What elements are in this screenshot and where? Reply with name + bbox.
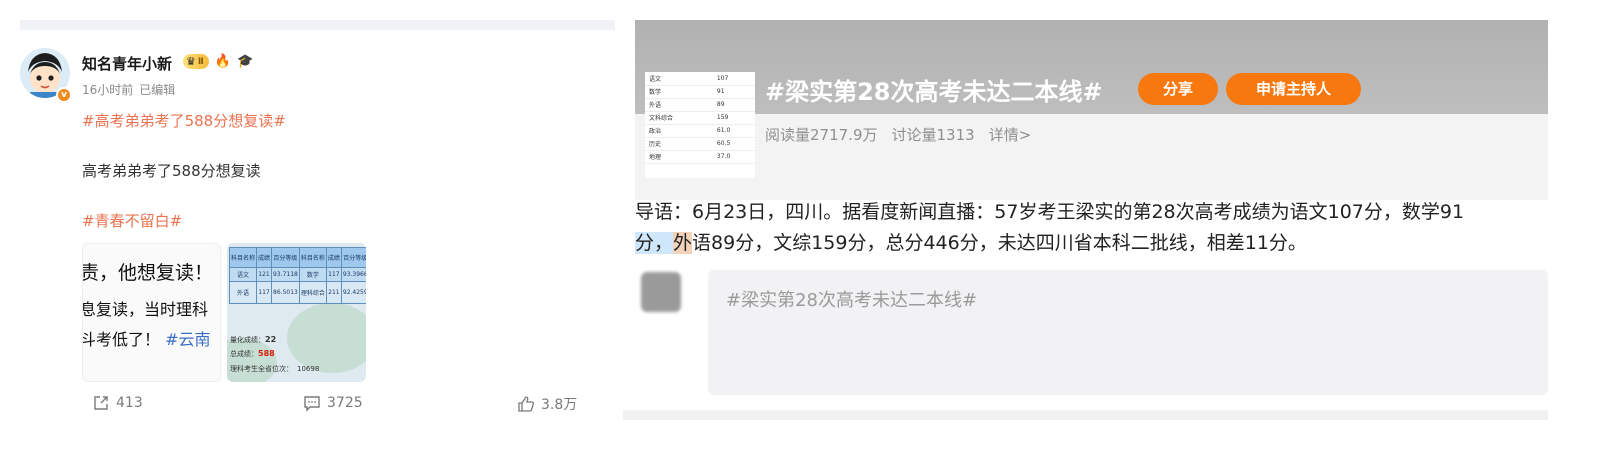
table-cell: 92.4259 — [340, 281, 366, 304]
discussion-count: 讨论量1313 — [891, 126, 975, 144]
image-hashtag: #云南 — [165, 330, 211, 349]
table-cell: 93.7118 — [271, 267, 300, 282]
table-cell: 107 — [712, 72, 755, 86]
vip-badge[interactable]: ♛ Ⅱ — [183, 54, 209, 69]
read-count: 阅读量2717.9万 — [765, 126, 878, 144]
table-cell: 历史 — [645, 137, 713, 151]
like-icon — [518, 396, 535, 412]
table-cell: 61.0 — [712, 124, 755, 138]
topic-thumbnail[interactable]: 语文 107 数学 91 外语 89 文科综合 159 政治 61.0 历史 60.5 地理… — [645, 72, 755, 178]
username[interactable]: 知名青年小新 — [82, 53, 172, 74]
post-body: 高考弟弟考了588分想复读 — [82, 162, 261, 180]
weibo-post-card: v 知名青年小新 ♛ Ⅱ 🔥 🎓 16小时前 已编辑 #高考弟弟考了588分想复读… — [20, 20, 615, 440]
image-text-line: 息复读，当时理科 — [82, 300, 209, 319]
quant-label: 量化成绩： — [230, 336, 265, 344]
total-label: 总成绩： — [230, 350, 258, 358]
table-cell: 数学 — [298, 267, 327, 282]
map-decoration — [287, 303, 366, 373]
topic-intro: 导语：6月23日，四川。据看度新闻直播：57岁考王梁实的第28次高考成绩为语文1… — [635, 197, 1548, 259]
table-cell: 成绩 — [325, 247, 342, 268]
post-image-2[interactable]: 科目名称 成绩 百分等级 科目名称 成绩 百分等级 语文 121 93.7118… — [227, 243, 366, 382]
comment-input[interactable]: #梁实第28次高考未达二本线# — [708, 270, 1548, 395]
table-cell: 86.5013 — [271, 281, 300, 304]
topic-title: #梁实第28次高考未达二本线# — [765, 78, 1103, 106]
crown-icon: ♛ — [186, 55, 196, 68]
grad-cap-icon[interactable]: 🎓 — [237, 54, 253, 69]
image-text-line: 责，他想复读！ — [82, 262, 214, 284]
user-badges: ♛ Ⅱ 🔥 🎓 — [183, 54, 253, 69]
table-cell: 117 — [325, 267, 342, 282]
image-text-line: 斗考低了！ #云南 — [82, 326, 211, 350]
image-text: 斗考低了！ — [82, 330, 161, 349]
share-button[interactable]: 413 — [92, 394, 143, 412]
table-cell: 数学 — [645, 85, 713, 99]
topic-score-table: 语文 107 数学 91 外语 89 文科综合 159 政治 61.0 历史 60.5 地理… — [645, 72, 755, 164]
like-count: 3.8万 — [541, 397, 578, 413]
table-cell: 外语 — [645, 98, 713, 112]
table-cell: 117 — [256, 281, 273, 304]
table-cell: 211 — [325, 281, 342, 304]
table-cell: 百分等级 — [340, 247, 366, 268]
intro-line: 分，外语89分，文综159分，总分446分，未达四川省本科二批线，相差11分。 — [635, 228, 1548, 259]
details-link[interactable]: 详情> — [989, 126, 1032, 144]
flame-icon[interactable]: 🔥 — [215, 54, 231, 69]
intro-text: 语89分，文综159分，总分446分，未达四川省本科二批线，相差11分。 — [692, 232, 1307, 254]
comment-text: #梁实第28次高考未达二本线# — [726, 290, 978, 311]
table-cell: 科目名称 — [228, 247, 258, 268]
table-cell: 37.0 — [712, 150, 755, 164]
hashtag-link[interactable]: #高考弟弟考了588分想复读# — [82, 110, 286, 131]
comment-count: 3725 — [327, 395, 363, 411]
share-icon — [94, 396, 108, 410]
table-cell: 理科综合 — [298, 281, 327, 304]
quant-value: 22 — [265, 335, 277, 344]
table-cell: 89 — [712, 98, 755, 112]
vip-level: Ⅱ — [197, 56, 204, 67]
table-cell: 语文 — [228, 267, 258, 282]
table-cell: 政治 — [645, 124, 713, 138]
comment-button[interactable]: 3725 — [303, 394, 363, 412]
table-cell: 91 — [712, 85, 755, 99]
intro-line: 导语：6月23日，四川。据看度新闻直播：57岁考王梁实的第28次高考成绩为语文1… — [635, 201, 1465, 223]
table-cell: 科目名称 — [298, 247, 327, 268]
hashtag-link[interactable]: #青春不留白# — [82, 210, 182, 231]
table-cell: 百分等级 — [271, 247, 300, 268]
table-cell: 成绩 — [256, 247, 273, 268]
table-cell: 60.5 — [712, 137, 755, 151]
intro-text: 外 — [673, 232, 693, 254]
user-avatar — [641, 272, 681, 312]
total-score: 总成绩：588 — [230, 349, 275, 359]
share-button[interactable]: 分享 — [1138, 73, 1218, 105]
post-meta: 16小时前 已编辑 — [82, 81, 175, 98]
table-cell: 159 — [712, 111, 755, 125]
comment-icon — [304, 396, 320, 412]
like-button[interactable]: 3.8万 — [517, 394, 577, 414]
post-image-1[interactable]: 责，他想复读！ 息复读，当时理科 斗考低了！ #云南 — [82, 243, 221, 382]
table-cell: 121 — [256, 267, 273, 282]
edited-label[interactable]: 已编辑 — [139, 83, 175, 97]
divider — [20, 20, 615, 30]
intro-text: 分， — [635, 232, 674, 254]
table-cell: 文科综合 — [645, 111, 713, 125]
verified-badge-icon: v — [56, 87, 72, 103]
province-rank: 理科考生全省位次： 10698 — [230, 364, 319, 374]
table-cell: 93.3966 — [340, 267, 366, 282]
divider — [623, 410, 1548, 420]
share-count: 413 — [116, 395, 143, 411]
quant-score: 量化成绩：22 — [230, 335, 276, 345]
table-cell: 外语 — [228, 281, 258, 304]
topic-page: 语文 107 数学 91 外语 89 文科综合 159 政治 61.0 历史 60.5 地理… — [623, 20, 1548, 420]
post-time[interactable]: 16小时前 — [82, 83, 133, 97]
score-table: 科目名称 成绩 百分等级 科目名称 成绩 百分等级 语文 121 93.7118… — [228, 247, 366, 304]
rank-label: 理科考生全省位次： — [230, 365, 293, 373]
post-actions: 413 3725 3.8万 — [20, 392, 615, 416]
apply-host-button[interactable]: 申请主持人 — [1226, 73, 1361, 105]
rank-value: 10698 — [297, 365, 320, 373]
topic-stats: 阅读量2717.9万 讨论量1313 详情> — [765, 124, 1045, 145]
total-value: 588 — [258, 349, 275, 358]
table-cell: 语文 — [645, 72, 713, 86]
table-cell: 地理 — [645, 150, 713, 164]
